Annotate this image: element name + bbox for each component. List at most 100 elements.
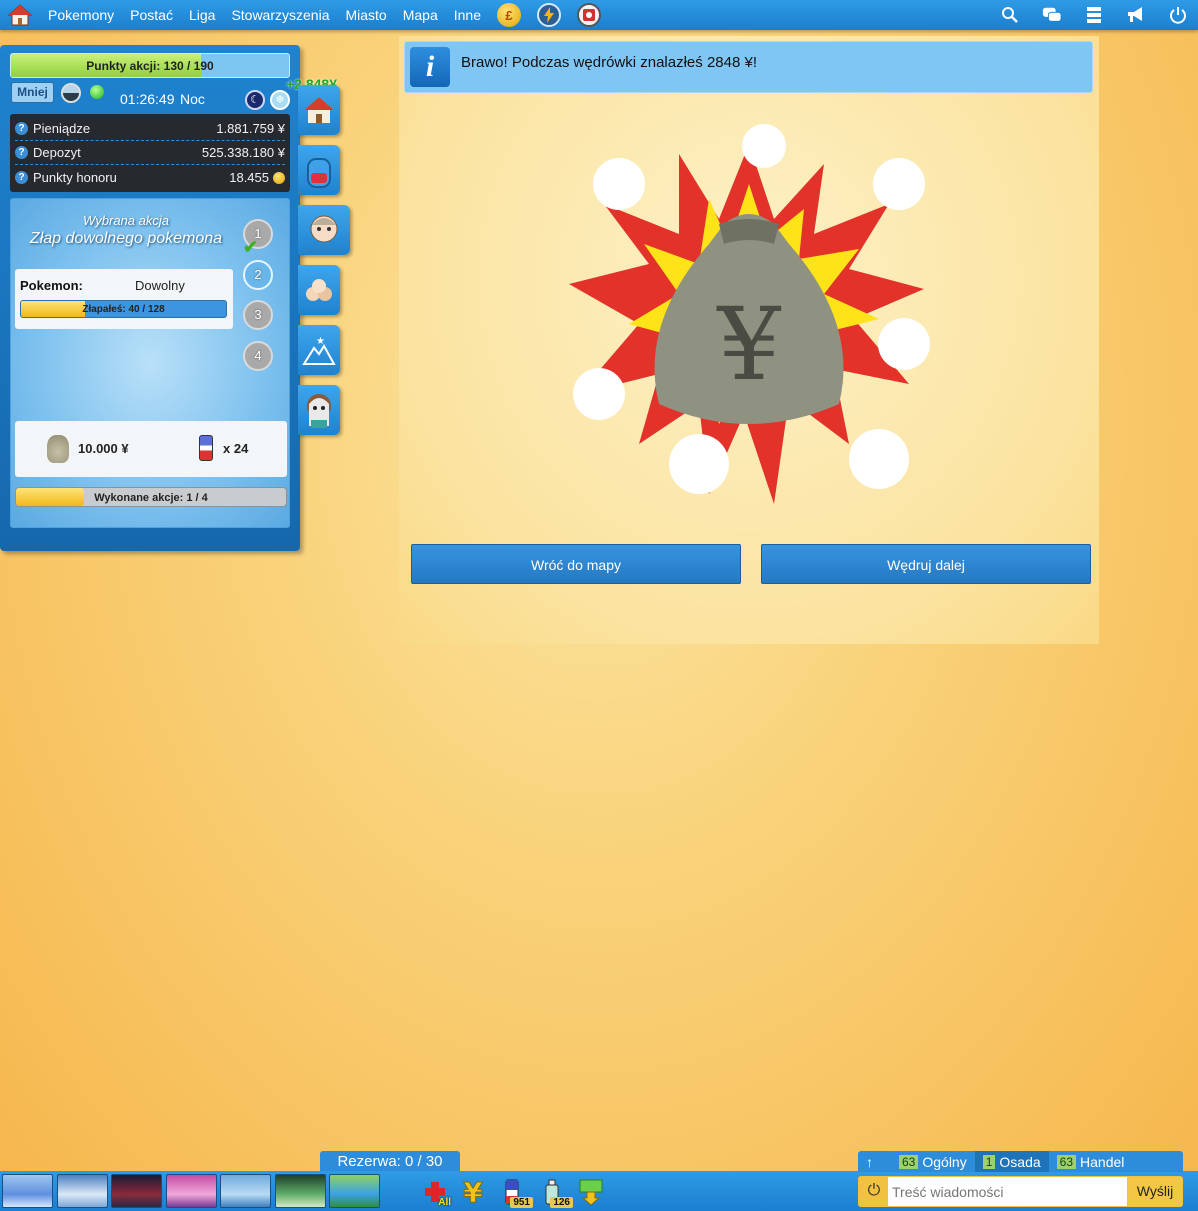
- stat-deposit: ? Depozyt 525.338.180 ¥: [15, 141, 285, 165]
- moon-icon: ☾: [245, 90, 265, 110]
- item-can-icon: [199, 435, 213, 461]
- potion-count-badge: 126: [550, 1197, 573, 1208]
- main-content: i Brawo! Podczas wędrówki znalazłeś 2848…: [399, 36, 1099, 644]
- heal-all-label: All: [438, 1197, 451, 1208]
- heal-all-button[interactable]: All: [420, 1176, 451, 1208]
- pokeball-shop-button[interactable]: 951: [497, 1176, 533, 1208]
- game-clock: 01:26:49: [120, 91, 175, 107]
- daytime-label: Noc: [180, 91, 205, 107]
- action-points-text: Punkty akcji: 130 / 190: [86, 59, 214, 73]
- deposit-money-button[interactable]: [576, 1176, 606, 1208]
- info-message: i Brawo! Podczas wędrówki znalazłeś 2848…: [404, 41, 1093, 93]
- tab-backpack[interactable]: [298, 145, 340, 195]
- chat-icon[interactable]: [1042, 5, 1062, 25]
- chat-count: 63: [899, 1154, 919, 1169]
- action-step-2[interactable]: 2: [243, 260, 273, 290]
- tab-home[interactable]: [298, 85, 340, 135]
- nav-mapa[interactable]: Mapa: [395, 7, 446, 23]
- team-slot-1[interactable]: [2, 1174, 53, 1208]
- pokemon-requirement: Pokemon: Dowolny Złapałeś: 40 / 128: [15, 269, 233, 329]
- server-icon[interactable]: [1084, 5, 1104, 25]
- completed-actions-bar: Wykonane akcje: 1 / 4: [15, 487, 287, 507]
- premium-coin-icon[interactable]: £: [497, 3, 521, 27]
- weather-icon: [61, 83, 81, 103]
- chat-input-area: ⏻ Wyślij: [858, 1176, 1183, 1207]
- selected-action-box: Wybrana akcja Złap dowolnego pokemona 1 …: [10, 198, 290, 528]
- season-icon: ❄: [270, 90, 290, 110]
- send-button[interactable]: Wyślij: [1128, 1177, 1182, 1206]
- team-slot-6[interactable]: [275, 1174, 326, 1208]
- nav-inne[interactable]: Inne: [446, 7, 489, 23]
- back-to-map-button[interactable]: Wróć do mapy: [411, 544, 741, 584]
- team-slot-5[interactable]: [220, 1174, 271, 1208]
- money-bag-icon: [47, 435, 69, 463]
- tab-association[interactable]: [298, 265, 340, 315]
- action-step-3[interactable]: 3: [243, 300, 273, 330]
- help-icon[interactable]: ?: [15, 146, 28, 159]
- chat-tab-label: Osada: [999, 1153, 1041, 1170]
- chat-count: 1: [982, 1154, 996, 1169]
- handshake-icon: [306, 279, 332, 301]
- chat-power-icon[interactable]: ⏻: [864, 1181, 884, 1201]
- catch-progress-bar: Złapałeś: 40 / 128: [20, 300, 227, 318]
- stat-label: Pieniądze: [33, 121, 91, 136]
- completed-actions-text: Wykonane akcje: 1 / 4: [94, 492, 208, 504]
- less-button[interactable]: Mniej: [11, 82, 54, 103]
- tab-professor[interactable]: [298, 385, 340, 435]
- house-icon: [304, 97, 334, 123]
- catch-progress-text: Złapałeś: 40 / 128: [82, 304, 165, 315]
- chat-tab-trade[interactable]: 63 Handel: [1049, 1151, 1133, 1172]
- action-step-4[interactable]: 4: [243, 341, 273, 371]
- megaphone-icon[interactable]: [1126, 5, 1146, 25]
- top-navigation-bar: Pokemony Postać Liga Stowarzyszenia Mias…: [0, 0, 1198, 30]
- ball-count-badge: 951: [510, 1197, 533, 1208]
- chat-message-input[interactable]: [888, 1177, 1127, 1206]
- team-slot-4[interactable]: [166, 1174, 217, 1208]
- chat-tab-general[interactable]: 63 Ogólny: [891, 1151, 975, 1172]
- pokemon-label: Pokemon:: [20, 278, 83, 293]
- potion-button[interactable]: 126: [537, 1176, 573, 1208]
- nav-postac[interactable]: Postać: [122, 7, 181, 23]
- help-icon[interactable]: ?: [15, 170, 28, 184]
- checkmark-icon: ✔: [243, 237, 259, 257]
- action-points-bar: Punkty akcji: 130 / 190: [10, 53, 290, 78]
- tab-league[interactable]: ★: [298, 325, 340, 375]
- chat-tab-label: Ogólny: [922, 1153, 967, 1170]
- nav-miasto[interactable]: Miasto: [337, 7, 394, 23]
- nav-liga[interactable]: Liga: [181, 7, 223, 23]
- info-text: Brawo! Podczas wędrówki znalazłeś 2848 ¥…: [461, 54, 757, 71]
- reserve-counter[interactable]: Rezerwa: 0 / 30: [320, 1151, 460, 1172]
- player-panel: Punkty akcji: 130 / 190 Mniej 01:26:49 N…: [0, 45, 300, 551]
- team-slot-7[interactable]: [329, 1174, 380, 1208]
- chat-tab-settlement[interactable]: 1 Osada: [974, 1151, 1049, 1172]
- elder-face-icon: [307, 394, 331, 428]
- team-slot-2[interactable]: [57, 1174, 108, 1208]
- search-icon[interactable]: [1000, 5, 1020, 25]
- svg-text:¥: ¥: [716, 286, 781, 403]
- stat-money: ? Pieniądze 1.881.759 ¥: [15, 117, 285, 141]
- team-slot-3[interactable]: [111, 1174, 162, 1208]
- honor-value: 18.455: [229, 169, 269, 185]
- wander-further-button[interactable]: Wędruj dalej: [761, 544, 1091, 584]
- stat-label: Punkty honoru: [33, 169, 117, 185]
- pokemon-value: Dowolny: [135, 278, 185, 293]
- chat-scroll-up-button[interactable]: ↑: [858, 1151, 881, 1172]
- power-icon[interactable]: [1168, 5, 1188, 25]
- backpack-icon: [307, 158, 331, 188]
- info-icon: i: [410, 47, 450, 87]
- sell-button[interactable]: ¥: [458, 1176, 488, 1208]
- stat-value: 525.338.180 ¥: [201, 145, 285, 160]
- yen-icon: ¥: [463, 1178, 484, 1206]
- pokedex-icon[interactable]: [577, 3, 601, 27]
- chat-count: 63: [1056, 1154, 1077, 1169]
- money-down-icon: [579, 1179, 603, 1206]
- lightning-icon[interactable]: [537, 3, 561, 27]
- premium-coin-symbol: £: [505, 7, 513, 23]
- nav-stowarzyszenia[interactable]: Stowarzyszenia: [223, 7, 337, 23]
- help-icon[interactable]: ?: [15, 122, 28, 135]
- stat-value: 1.881.759 ¥: [216, 121, 285, 136]
- svg-text:★: ★: [316, 336, 325, 347]
- nav-pokemony[interactable]: Pokemony: [40, 7, 122, 23]
- tab-character[interactable]: [298, 205, 350, 255]
- home-icon[interactable]: [0, 0, 40, 30]
